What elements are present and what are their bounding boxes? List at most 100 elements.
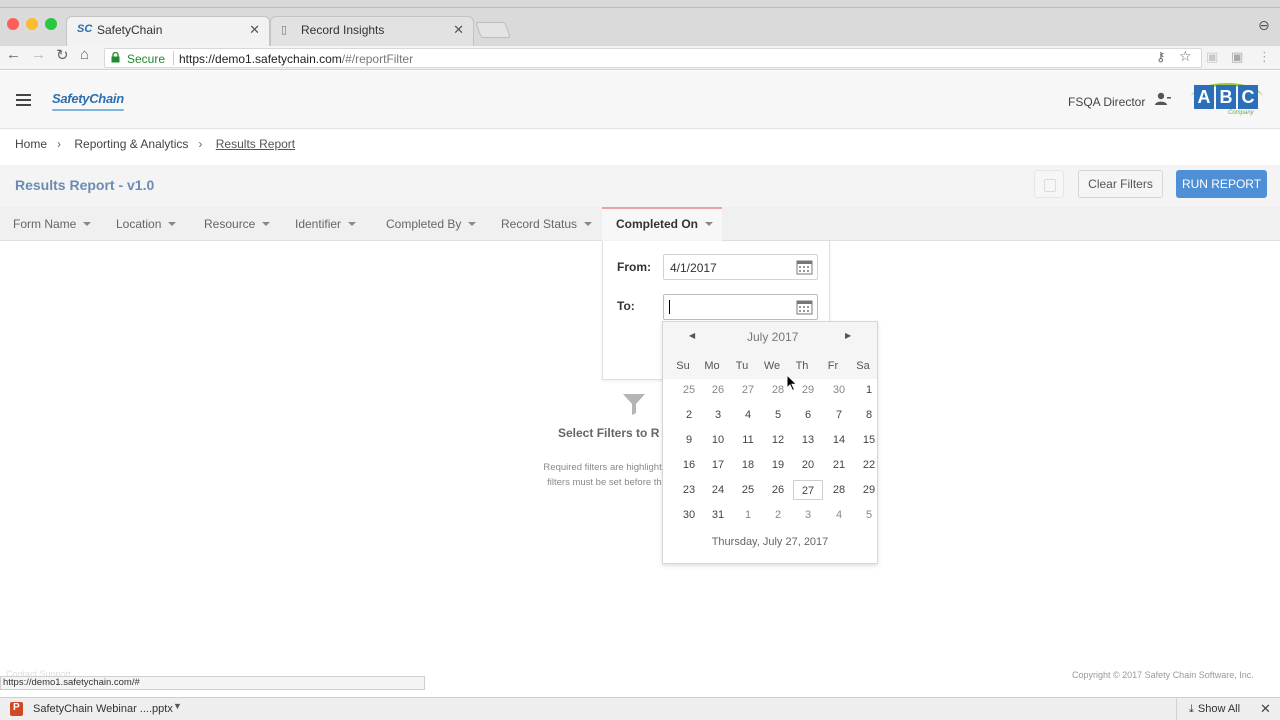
calendar-day[interactable]: 5 [763,405,793,425]
calendar-day[interactable]: 2 [674,405,704,425]
calendar-day[interactable]: 5 [854,505,884,525]
calendar-day[interactable]: 4 [733,405,763,425]
calendar-day[interactable]: 25 [733,480,763,500]
day-of-week-label: Sa [856,360,870,372]
clear-filters-button[interactable]: Clear Filters [1078,170,1163,198]
calendar-day[interactable]: 25 [674,380,704,400]
breadcrumb-results-report[interactable]: Results Report [216,137,295,151]
extension-icon-2[interactable]: ▣ [1231,49,1243,65]
calendar-day[interactable]: 27 [733,380,763,400]
calendar-day[interactable]: 10 [703,430,733,450]
calendar-day[interactable]: 26 [703,380,733,400]
previous-month-icon[interactable]: ◀ [689,331,695,340]
show-all-downloads-button[interactable]: ⤓ Show All [1176,698,1240,720]
to-date-input[interactable] [663,294,818,320]
minimize-window-button[interactable] [26,18,38,30]
calendar-day[interactable]: 23 [674,480,704,500]
from-date-input[interactable]: 4/1/2017 [663,254,818,280]
extension-icon[interactable]: ▣ [1206,49,1218,65]
calendar-day[interactable]: 30 [674,505,704,525]
breadcrumb-home[interactable]: Home [15,137,47,151]
calendar-day[interactable]: 28 [824,480,854,500]
logo-word: Company [1228,110,1254,116]
calendar-day[interactable]: 17 [703,455,733,475]
calendar-day[interactable]: 4 [824,505,854,525]
hamburger-menu-icon[interactable] [16,94,31,106]
new-tab-button[interactable] [475,22,511,38]
filter-form-name[interactable]: Form Name [13,217,92,231]
download-item[interactable]: SafetyChain Webinar ....pptx [10,702,173,716]
browser-tab-safetychain[interactable]: SC SafetyChain ✕ [66,16,270,46]
caret-down-icon [705,222,714,226]
close-downloads-icon[interactable]: ✕ [1260,701,1271,717]
filter-completed-on[interactable]: Completed On [616,217,714,231]
calendar-day[interactable]: 2 [763,505,793,525]
key-icon[interactable]: ⚷ [1156,49,1166,65]
days-of-week-row: Su Mo Tu We Th Fr Sa [663,354,877,379]
calendar-day[interactable]: 14 [824,430,854,450]
page-title: Results Report - v1.0 [15,177,155,193]
breadcrumb-reporting[interactable]: Reporting & Analytics [74,137,188,151]
run-report-button[interactable]: RUN REPORT [1176,170,1267,198]
calendar-month-title[interactable]: July 2017 [747,330,798,344]
next-month-icon[interactable]: ▶ [845,331,851,340]
calendar-day[interactable]: 7 [824,405,854,425]
download-options-caret-icon[interactable]: ▼ [173,701,182,711]
profile-icon[interactable]: ⊖ [1258,17,1270,34]
filter-resource[interactable]: Resource [204,217,271,231]
calendar-day[interactable]: 27 [793,480,823,500]
calendar-day[interactable]: 1 [733,505,763,525]
calendar-day[interactable]: 31 [703,505,733,525]
back-arrow-icon[interactable]: ← [6,46,21,63]
tab-label: Record Insights [301,23,385,37]
calendar-day[interactable]: 8 [854,405,884,425]
tab-label: SafetyChain [97,23,163,37]
calendar-day[interactable]: 21 [824,455,854,475]
calendar-day[interactable]: 6 [793,405,823,425]
calendar-today-label[interactable]: Thursday, July 27, 2017 [663,536,877,548]
reload-icon[interactable]: ↻ [56,46,69,64]
document-icon: ▯ [281,24,288,36]
close-tab-icon[interactable]: ✕ [453,22,464,38]
calendar-day[interactable]: 12 [763,430,793,450]
calendar-day[interactable]: 30 [824,380,854,400]
forward-arrow-icon[interactable]: → [31,46,46,63]
close-tab-icon[interactable]: ✕ [249,22,260,38]
menu-icon[interactable]: ⋮ [1258,49,1271,65]
empty-state-line: Required filters are highlighte [543,462,667,473]
calendar-day[interactable]: 18 [733,455,763,475]
calendar-day[interactable]: 1 [854,380,884,400]
disabled-action-button[interactable] [1034,170,1064,198]
zoom-window-button[interactable] [45,18,57,30]
calendar-day[interactable]: 20 [793,455,823,475]
filter-identifier[interactable]: Identifier [295,217,357,231]
calendar-day[interactable]: 22 [854,455,884,475]
calendar-day[interactable]: 3 [703,405,733,425]
calendar-day[interactable]: 26 [763,480,793,500]
close-window-button[interactable] [7,18,19,30]
browser-tab-record-insights[interactable]: ▯ Record Insights ✕ [270,16,474,46]
calendar-icon[interactable] [796,259,813,275]
company-logo: A B C Company [1191,83,1263,119]
calendar-day[interactable]: 15 [854,430,884,450]
calendar-day[interactable]: 9 [674,430,704,450]
calendar-day[interactable]: 29 [854,480,884,500]
calendar-icon[interactable] [796,299,813,315]
filter-location[interactable]: Location [116,217,177,231]
bookmark-star-icon[interactable]: ☆ [1179,48,1192,65]
app-header: SafetyChain FSQA Director A B C Company [0,71,1280,129]
calendar-day[interactable]: 13 [793,430,823,450]
calendar-day[interactable]: 24 [703,480,733,500]
calendar-day[interactable]: 3 [793,505,823,525]
filter-completed-by[interactable]: Completed By [386,217,477,231]
user-role: FSQA Director [1068,95,1146,109]
os-menubar [0,0,1280,8]
address-bar[interactable]: Secure https://demo1.safetychain.com/#/r… [104,48,1202,68]
calendar-day[interactable]: 16 [674,455,704,475]
safetychain-logo[interactable]: SafetyChain [52,91,124,111]
calendar-day[interactable]: 11 [733,430,763,450]
home-icon[interactable]: ⌂ [80,46,89,63]
filter-record-status[interactable]: Record Status [501,217,593,231]
user-settings-icon[interactable] [1155,92,1171,106]
calendar-day[interactable]: 19 [763,455,793,475]
